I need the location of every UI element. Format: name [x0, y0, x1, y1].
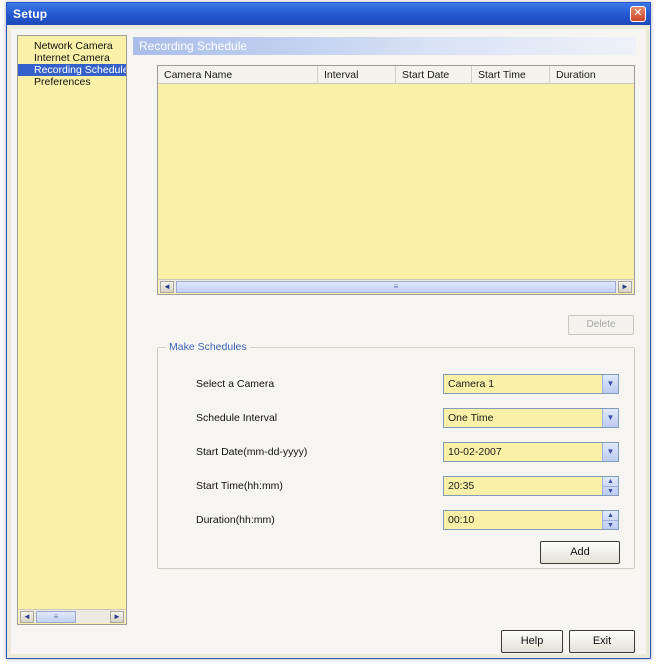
list-scroll-thumb[interactable]: ≡ — [176, 281, 616, 293]
make-schedules-title: Make Schedules — [166, 341, 250, 353]
duration-stepper[interactable]: 00:10 ▲ ▼ — [443, 510, 619, 530]
schedule-list-header: Camera Name Interval Start Date Start Ti… — [158, 66, 634, 84]
delete-button[interactable]: Delete — [568, 315, 634, 335]
sidebar-item-network-camera[interactable]: Network Camera — [18, 40, 126, 52]
sidebar-item-internet-camera[interactable]: Internet Camera — [18, 52, 126, 64]
list-horizontal-scrollbar[interactable]: ◄ ≡ ► — [159, 279, 633, 293]
column-header-interval[interactable]: Interval — [318, 66, 396, 84]
chevron-down-icon[interactable]: ▼ — [602, 443, 618, 461]
duration-label: Duration(hh:mm) — [196, 514, 275, 526]
add-button[interactable]: Add — [540, 541, 620, 564]
camera-select[interactable]: Camera 1 ▼ — [443, 374, 619, 394]
duration-spin: ▲ ▼ — [602, 511, 618, 529]
setup-sidebar: Network Camera Internet Camera Recording… — [17, 35, 127, 625]
column-header-camera-name[interactable]: Camera Name — [158, 66, 318, 84]
title-bar[interactable]: Setup ✕ — [7, 3, 650, 25]
window-title: Setup — [13, 7, 48, 21]
chevron-down-icon[interactable]: ▼ — [602, 375, 618, 393]
camera-label: Select a Camera — [196, 378, 275, 390]
help-button[interactable]: Help — [501, 630, 563, 653]
scroll-left-arrow-icon[interactable]: ◄ — [160, 281, 174, 293]
setup-tree: Network Camera Internet Camera Recording… — [18, 40, 126, 88]
dialog-content: Network Camera Internet Camera Recording… — [11, 29, 646, 654]
scroll-right-arrow-icon[interactable]: ► — [110, 611, 124, 623]
interval-select-value: One Time — [448, 412, 494, 424]
sidebar-item-preferences[interactable]: Preferences — [18, 76, 126, 88]
start-date-label: Start Date(mm-dd-yyyy) — [196, 446, 308, 458]
column-header-start-date[interactable]: Start Date — [396, 66, 472, 84]
sidebar-horizontal-scrollbar[interactable]: ◄ ≡ ► — [19, 609, 125, 623]
spin-up-icon[interactable]: ▲ — [603, 511, 618, 520]
setup-window: Setup ✕ Network Camera Internet Camera R… — [6, 2, 651, 659]
exit-button[interactable]: Exit — [569, 630, 635, 653]
start-time-label: Start Time(hh:mm) — [196, 480, 283, 492]
sidebar-scroll-thumb[interactable]: ≡ — [36, 611, 76, 623]
start-time-stepper[interactable]: 20:35 ▲ ▼ — [443, 476, 619, 496]
start-time-value: 20:35 — [448, 480, 475, 492]
interval-label: Schedule Interval — [196, 412, 278, 424]
chevron-down-icon[interactable]: ▼ — [602, 409, 618, 427]
make-schedules-group: Make Schedules Select a Camera Camera 1 … — [157, 341, 635, 569]
start-date-picker[interactable]: 10-02-2007 ▼ — [443, 442, 619, 462]
duration-value: 00:10 — [448, 514, 475, 526]
column-header-start-time[interactable]: Start Time — [472, 66, 550, 84]
scroll-right-arrow-icon[interactable]: ► — [618, 281, 632, 293]
close-button[interactable]: ✕ — [630, 6, 646, 22]
start-date-value: 10-02-2007 — [448, 446, 502, 458]
scroll-left-arrow-icon[interactable]: ◄ — [20, 611, 34, 623]
column-header-duration[interactable]: Duration — [550, 66, 634, 84]
panel-title: Recording Schedule — [133, 37, 636, 55]
sidebar-item-recording-schedule[interactable]: Recording Schedule — [18, 64, 126, 76]
interval-select[interactable]: One Time ▼ — [443, 408, 619, 428]
spin-down-icon[interactable]: ▼ — [603, 486, 618, 495]
schedule-list[interactable]: Camera Name Interval Start Date Start Ti… — [157, 65, 635, 295]
camera-select-value: Camera 1 — [448, 378, 495, 390]
spin-down-icon[interactable]: ▼ — [603, 520, 618, 529]
start-time-spin: ▲ ▼ — [602, 477, 618, 495]
spin-up-icon[interactable]: ▲ — [603, 477, 618, 486]
